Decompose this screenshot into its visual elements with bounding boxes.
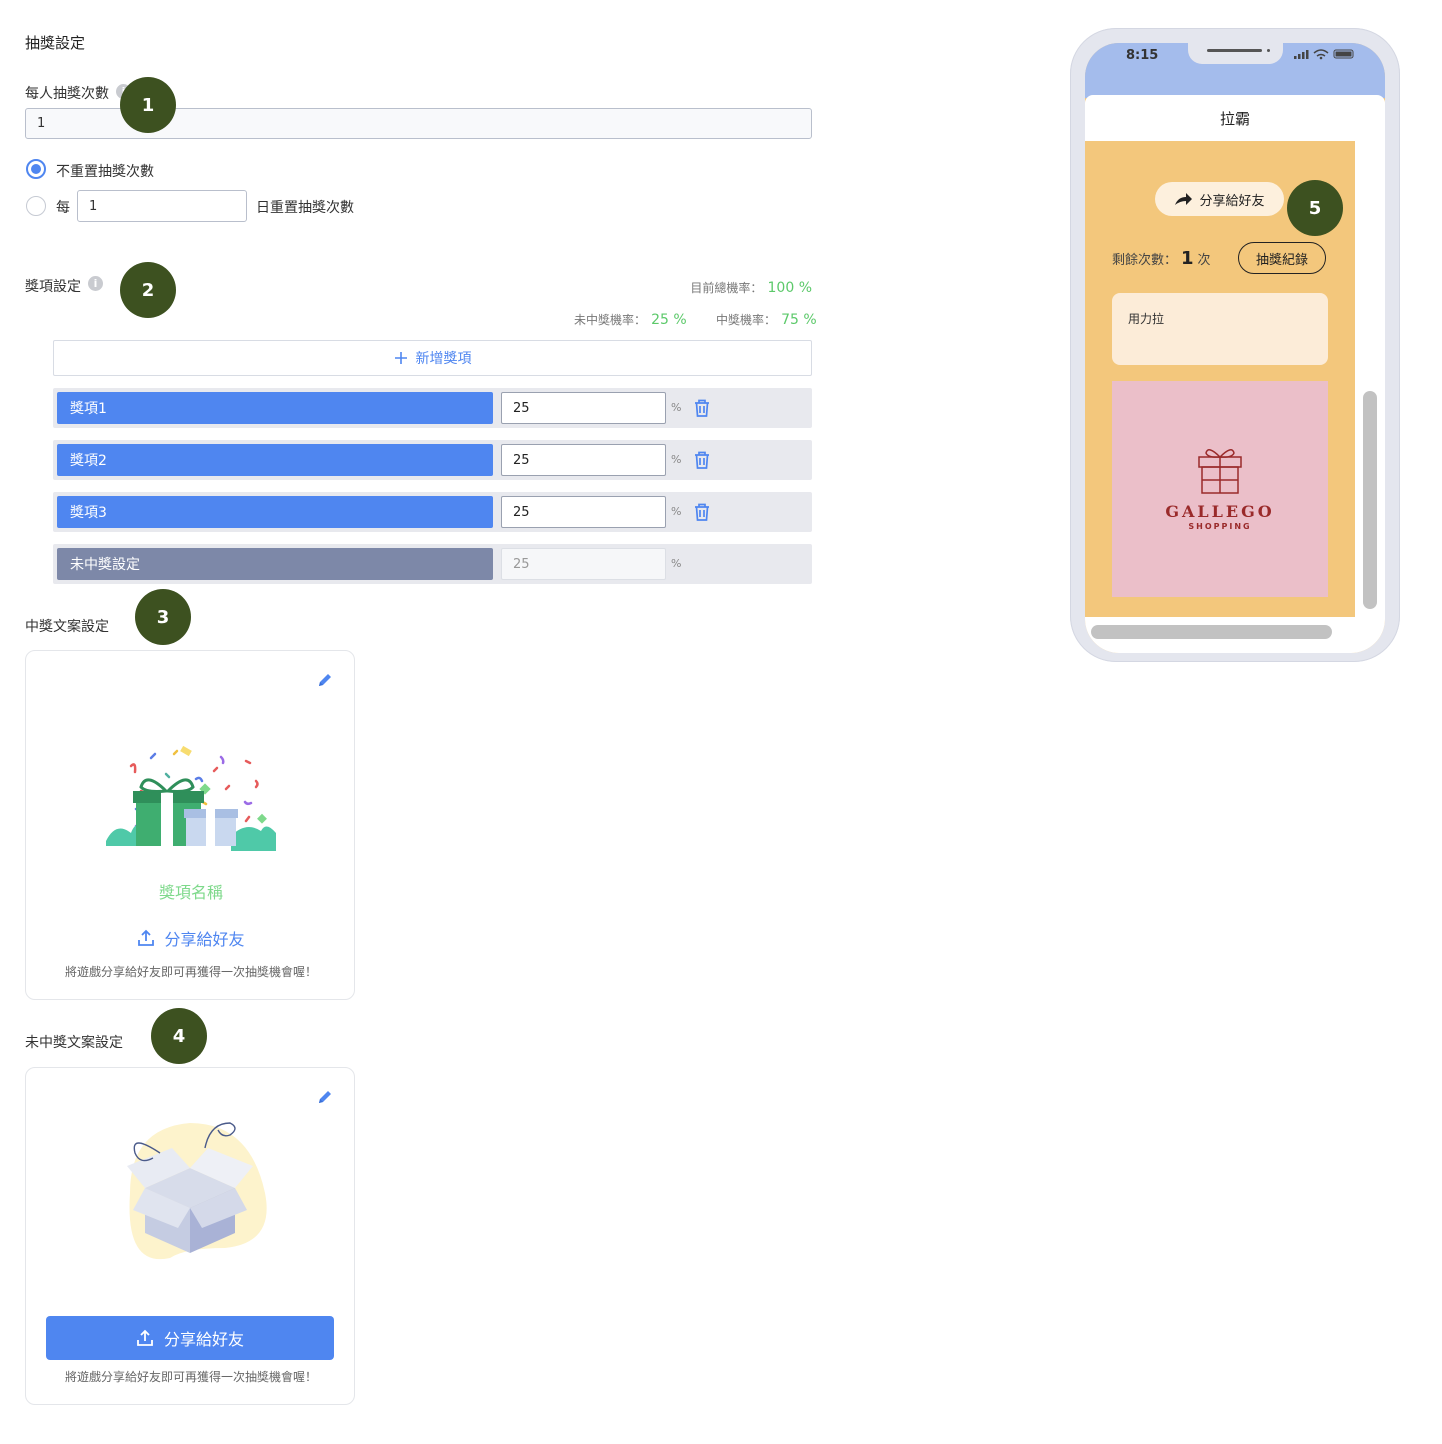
gift-logo-icon (1198, 449, 1242, 494)
radio-no-reset[interactable] (26, 159, 46, 179)
phone-screen: 8:15 拉霸 分享給好友 剩餘次數： 1 次 抽獎紀錄 用力拉 GALLEGO… (1085, 43, 1385, 653)
percent-sign: % (671, 453, 682, 466)
brand-name: GALLEGO (1165, 502, 1275, 521)
step-badge-4: 4 (151, 1008, 207, 1064)
upload-icon (138, 929, 155, 946)
vertical-scrollbar[interactable] (1363, 391, 1377, 609)
prize-name-field[interactable]: 獎項3 (57, 496, 493, 528)
upload-icon (137, 1329, 153, 1346)
speaker (1207, 49, 1262, 52)
prize-row: 獎項3 25 % (53, 492, 812, 532)
section-title: 抽獎設定 (25, 34, 86, 52)
win-rate-label: 中獎機率： (716, 313, 777, 327)
percent-sign: % (671, 401, 682, 414)
remaining-count: 剩餘次數： 1 次 (1112, 248, 1211, 269)
remaining-unit: 次 (1197, 253, 1211, 268)
lose-copy-label: 未中獎文案設定 (25, 1035, 123, 1051)
prize-settings-label: 獎項設定 (25, 279, 81, 295)
phone-share-button[interactable]: 分享給好友 (1155, 182, 1284, 216)
horizontal-scrollbar[interactable] (1091, 625, 1332, 639)
total-rate: 目前總機率： 100 % (690, 277, 812, 296)
share-hint: 將遊戲分享給好友即可再獲得一次抽獎機會喔！ (64, 1370, 317, 1384)
share-button[interactable]: 分享給好友 (46, 1316, 334, 1360)
percent-sign: % (671, 557, 682, 570)
prize-name-field[interactable]: 獎項2 (57, 444, 493, 476)
plus-icon (394, 352, 407, 364)
no-prize-row: 未中獎設定 25 % (53, 544, 812, 584)
share-link[interactable]: 分享給好友 (26, 926, 356, 950)
status-icons (1294, 49, 1354, 60)
slot-text-box (1112, 293, 1328, 365)
step-badge-2: 2 (120, 262, 176, 318)
pull-text: 用力拉 (1128, 312, 1165, 326)
prize-rate-input[interactable]: 25 (501, 496, 666, 528)
win-copy-label: 中獎文案設定 (25, 619, 109, 635)
notch (1188, 43, 1283, 64)
win-copy-card: 獎項名稱 分享給好友 將遊戲分享給好友即可再獲得一次抽獎機會喔！ (25, 650, 355, 1000)
trash-icon[interactable] (693, 398, 711, 418)
empty-box-illustration (127, 1122, 267, 1260)
lose-rate: 未中獎機率： 25 % (574, 309, 687, 328)
trash-icon[interactable] (693, 502, 711, 522)
step-badge-5: 5 (1287, 180, 1343, 236)
add-prize-button[interactable]: 新增獎項 (53, 340, 812, 376)
prize-rate-input[interactable]: 25 (501, 444, 666, 476)
remaining-value: 1 (1181, 248, 1194, 269)
win-rate-value: 75 % (781, 312, 817, 328)
radio-every-suffix: 日重置抽獎次數 (256, 200, 354, 216)
phone-share-label: 分享給好友 (1199, 193, 1265, 209)
pencil-icon[interactable] (317, 1089, 333, 1105)
prize-name-field[interactable]: 獎項1 (57, 392, 493, 424)
lose-rate-label: 未中獎機率： (574, 313, 647, 327)
prize-image: GALLEGO SHOPPING (1112, 381, 1328, 597)
total-rate-label: 目前總機率： (690, 281, 763, 295)
add-prize-label: 新增獎項 (415, 351, 472, 367)
lose-rate-value: 25 % (651, 312, 687, 328)
percent-sign: % (671, 505, 682, 518)
brand-sub: SHOPPING (1188, 522, 1252, 531)
radio-every-days[interactable] (26, 196, 46, 216)
phone-header-title: 拉霸 (1085, 95, 1385, 141)
no-prize-rate: 25 (501, 548, 666, 580)
trash-icon[interactable] (693, 450, 711, 470)
prize-rate-input[interactable]: 25 (501, 392, 666, 424)
total-rate-value: 100 % (767, 280, 812, 296)
draws-label: 每人抽獎次數 (25, 86, 109, 102)
lose-copy-card: 分享給好友 將遊戲分享給好友即可再獲得一次抽獎機會喔！ (25, 1067, 355, 1405)
radio-no-reset-label: 不重置抽獎次數 (56, 164, 154, 180)
prize-row: 獎項1 25 % (53, 388, 812, 428)
step-badge-3: 3 (135, 589, 191, 645)
radio-every-prefix: 每 (56, 200, 70, 216)
camera-dot (1267, 49, 1270, 52)
reset-days-input[interactable]: 1 (77, 190, 247, 222)
win-rate: 中獎機率： 75 % (716, 309, 817, 328)
step-badge-1: 1 (120, 77, 176, 133)
remaining-label: 剩餘次數： (1112, 253, 1178, 268)
gift-confetti-illustration (106, 745, 276, 851)
prize-row: 獎項2 25 % (53, 440, 812, 480)
status-time: 8:15 (1126, 48, 1159, 63)
draw-record-button[interactable]: 抽獎紀錄 (1238, 242, 1326, 274)
info-icon[interactable]: i (88, 276, 103, 291)
no-prize-name: 未中獎設定 (57, 548, 493, 580)
share-hint: 將遊戲分享給好友即可再獲得一次抽獎機會喔！ (64, 965, 317, 979)
share-link-label: 分享給好友 (164, 930, 245, 949)
pencil-icon[interactable] (317, 672, 333, 688)
prize-name-text: 獎項名稱 (158, 883, 223, 902)
share-button-label: 分享給好友 (163, 1330, 244, 1349)
share-arrow-icon (1175, 193, 1193, 205)
